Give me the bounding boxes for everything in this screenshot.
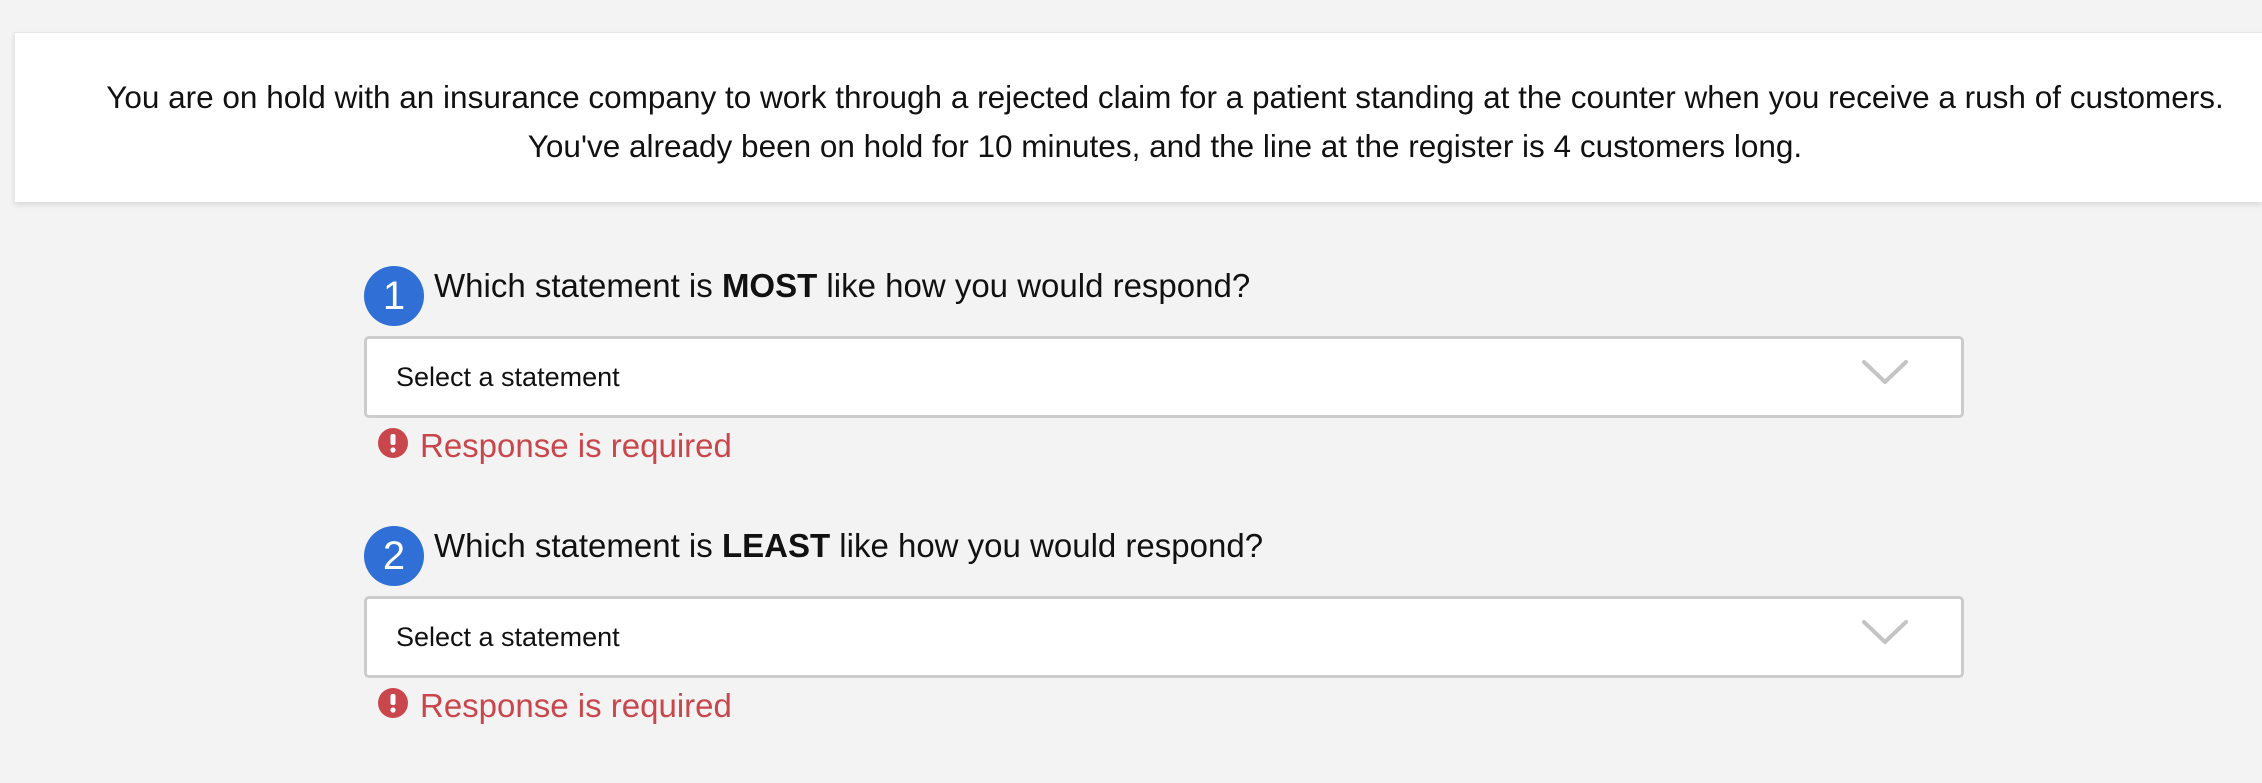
prompt-text-after: like how you would respond? xyxy=(830,527,1264,564)
prompt-text-before: Which statement is xyxy=(434,267,722,304)
question-prompt: Which statement is MOST like how you wou… xyxy=(434,266,1250,306)
error-message: Response is required xyxy=(420,687,732,724)
question-number-badge: 1 xyxy=(364,266,424,326)
error-message: Response is required xyxy=(420,427,732,464)
question-prompt: Which statement is LEAST like how you wo… xyxy=(434,526,1263,566)
select-value: Select a statement xyxy=(396,362,620,392)
prompt-emphasis: MOST xyxy=(721,267,818,304)
most-statement-select[interactable]: Select a statement xyxy=(364,336,1964,418)
prompt-text-before: Which statement is xyxy=(434,527,722,564)
question-number-badge: 2 xyxy=(364,526,424,586)
scenario-card: You are on hold with an insurance compan… xyxy=(14,32,2262,202)
chevron-down-icon xyxy=(1862,360,1908,384)
scenario-text: You are on hold with an insurance compan… xyxy=(15,73,2262,171)
exclamation-circle-icon xyxy=(378,688,408,718)
scenario-line-1: You are on hold with an insurance compan… xyxy=(106,79,2224,115)
prompt-text-after: like how you would respond? xyxy=(817,267,1251,304)
select-value: Select a statement xyxy=(396,622,620,652)
scenario-line-2: You've already been on hold for 10 minut… xyxy=(527,128,1803,164)
chevron-down-icon xyxy=(1862,620,1908,644)
least-statement-select[interactable]: Select a statement xyxy=(364,596,1964,678)
prompt-emphasis: LEAST xyxy=(721,527,831,564)
exclamation-circle-icon xyxy=(378,428,408,458)
